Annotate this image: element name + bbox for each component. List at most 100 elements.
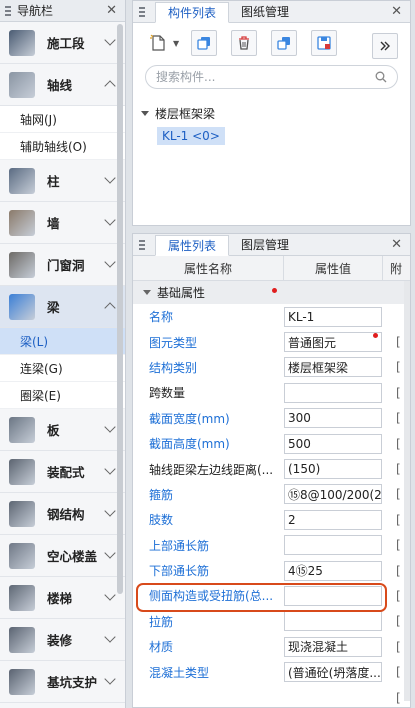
property-value-field[interactable]: 300 (284, 408, 382, 429)
nav-category-beam[interactable]: 梁 (0, 286, 125, 328)
chevron-down-icon[interactable] (104, 256, 116, 268)
nav-sub-item[interactable]: 圈梁(E) (0, 382, 125, 409)
nav-scrollbar[interactable] (117, 24, 123, 594)
tab-component-list[interactable]: 构件列表 (155, 2, 230, 23)
expand-arrow-icon[interactable] (141, 110, 149, 116)
highlight-box (136, 583, 387, 612)
nav-category-pit-support[interactable]: 基坑支护 (0, 661, 125, 703)
property-scrollbar[interactable] (404, 281, 410, 701)
property-value-field[interactable]: ⑮8@100/200(2) (284, 484, 382, 505)
property-value-field[interactable]: 楼层框架梁 (284, 357, 382, 378)
chevron-down-icon[interactable] (104, 631, 116, 643)
property-grid-header: 属性名称 属性值 附 (133, 256, 410, 281)
property-extra-checkbox[interactable]: [ (396, 487, 401, 501)
property-extra-checkbox[interactable]: [ (396, 589, 401, 603)
chevron-down-icon[interactable] (104, 214, 116, 226)
chevron-down-icon[interactable] (104, 505, 116, 517)
chevron-down-icon[interactable] (104, 463, 116, 475)
chevron-down-icon[interactable] (104, 589, 116, 601)
nav-category-label: 墙 (47, 216, 60, 231)
nav-sub-item[interactable]: 连梁(G) (0, 355, 125, 382)
nav-header: 导航栏 ✕ (0, 0, 125, 22)
nav-category-label: 梁 (47, 300, 60, 315)
property-extra-checkbox[interactable]: [ (396, 437, 401, 451)
property-value-field[interactable]: 现浇混凝土 (284, 636, 382, 657)
new-dropdown-arrow-icon[interactable]: ▼ (173, 39, 179, 48)
drag-grip-icon[interactable] (139, 7, 145, 17)
chevron-down-icon[interactable] (104, 34, 116, 46)
tab-layer-management[interactable]: 图层管理 (229, 234, 301, 255)
nav-category-slab[interactable]: 板 (0, 409, 125, 451)
nav-category-hollow-floor[interactable]: 空心楼盖 (0, 535, 125, 577)
nav-category-decoration[interactable]: 装修 (0, 619, 125, 661)
property-extra-checkbox[interactable]: [ (396, 640, 401, 654)
save-component-button[interactable] (311, 30, 338, 56)
nav-category-prefab[interactable]: 装配式 (0, 451, 125, 493)
chevron-up-icon[interactable] (104, 80, 116, 92)
collapse-arrow-icon[interactable] (143, 290, 151, 295)
property-name: 肢数 (149, 513, 174, 528)
property-extra-checkbox[interactable]: [ (396, 538, 401, 552)
nav-sub-item[interactable]: 轴网(J) (0, 106, 125, 133)
drag-grip-icon[interactable] (139, 240, 145, 250)
property-value-field[interactable] (284, 535, 382, 556)
tab-property-list[interactable]: 属性列表 (155, 235, 230, 256)
property-extra-checkbox[interactable]: [ (396, 335, 401, 349)
property-value-field[interactable]: KL-1 (284, 306, 382, 327)
more-tools-button[interactable] (372, 33, 398, 59)
new-component-button[interactable] (145, 30, 171, 56)
chevron-down-icon[interactable] (104, 547, 116, 559)
property-value-field[interactable] (284, 382, 382, 403)
property-extra-checkbox[interactable]: [ (396, 386, 401, 400)
search-icon[interactable] (375, 71, 387, 83)
tree-item-kl1[interactable]: KL-1 <0> (157, 127, 225, 145)
property-value-field[interactable]: (普通砼(坍落度... (284, 662, 382, 683)
property-extra-checkbox[interactable]: [ (396, 462, 401, 476)
chevron-up-icon[interactable] (104, 302, 116, 314)
nav-sub-item[interactable]: 梁(L) (0, 328, 125, 355)
property-extra-checkbox[interactable]: [ (396, 614, 401, 628)
property-extra-checkbox[interactable]: [ (396, 564, 401, 578)
property-extra-checkbox[interactable]: [ (396, 691, 401, 705)
nav-sub-item[interactable]: 辅助轴线(O) (0, 133, 125, 160)
property-extra-checkbox[interactable]: [ (396, 665, 401, 679)
property-extra-checkbox[interactable]: [ (396, 411, 401, 425)
property-group-row[interactable]: 基础属性 (133, 281, 410, 304)
close-icon[interactable]: ✕ (106, 4, 117, 17)
property-value-field[interactable]: 4⑮25 (284, 560, 382, 581)
nav-category-stairs[interactable]: 楼梯 (0, 577, 125, 619)
property-extra-checkbox[interactable]: [ (396, 513, 401, 527)
nav-category-list: 施工段轴线轴网(J) 辅助轴线(O) 柱墙门窗洞梁梁(L) 连梁(G) 圈梁(E) 板装配… (0, 22, 125, 703)
nav-category-steel-structure[interactable]: 钢结构 (0, 493, 125, 535)
chevron-down-icon[interactable] (104, 172, 116, 184)
property-value-field[interactable] (284, 611, 382, 632)
property-name: 箍筋 (149, 487, 174, 502)
chevron-down-icon[interactable] (104, 421, 116, 433)
property-extra-checkbox[interactable]: [ (396, 360, 401, 374)
tree-group[interactable]: 楼层框架梁 (141, 103, 410, 123)
close-icon[interactable]: ✕ (391, 5, 402, 18)
nav-category-label: 装配式 (47, 465, 85, 480)
property-value-field[interactable]: 普通图元 (284, 332, 382, 353)
copy-to-floor-button[interactable] (271, 30, 298, 56)
close-icon[interactable]: ✕ (391, 238, 402, 251)
property-value-field[interactable]: (150) (284, 459, 382, 480)
nav-category-grid-axis[interactable]: 轴线 (0, 64, 125, 106)
property-row: 上部通长筋 [ (133, 533, 410, 558)
beam-icon (9, 293, 35, 320)
nav-category-column[interactable]: 柱 (0, 160, 125, 202)
tab-drawing-management[interactable]: 图纸管理 (229, 1, 301, 22)
property-value-field[interactable]: 2 (284, 509, 382, 530)
nav-category-construction-section[interactable]: 施工段 (0, 22, 125, 64)
nav-category-wall[interactable]: 墙 (0, 202, 125, 244)
nav-category-label: 轴线 (47, 78, 73, 93)
property-tabbar: 属性列表 图层管理 ✕ (133, 234, 410, 256)
search-input[interactable] (156, 70, 356, 84)
chevron-down-icon[interactable] (104, 673, 116, 685)
layers-copy-icon (277, 37, 291, 50)
copy-button[interactable] (191, 30, 218, 56)
nav-category-door-window[interactable]: 门窗洞 (0, 244, 125, 286)
drag-grip-icon[interactable] (5, 5, 11, 16)
property-value-field[interactable]: 500 (284, 433, 382, 454)
delete-button[interactable] (231, 30, 258, 56)
